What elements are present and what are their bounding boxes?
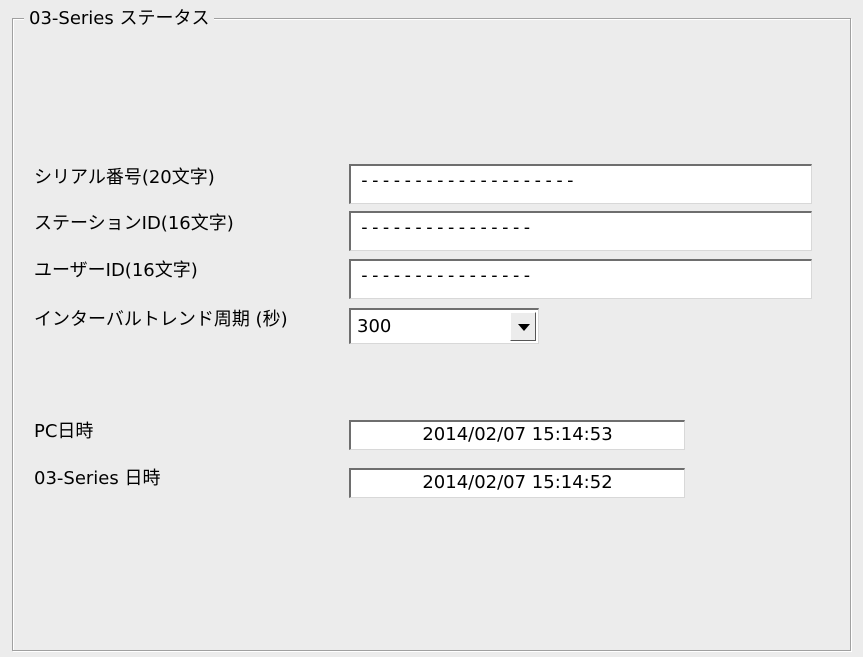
serial-number-field[interactable]: -------------------- <box>349 164 812 204</box>
interval-trend-period-value: 300 <box>357 316 392 337</box>
chevron-down-icon <box>518 324 530 331</box>
interval-trend-period-select[interactable]: 300 <box>349 308 539 344</box>
device-datetime-label: 03-Series 日時 <box>34 468 161 489</box>
pc-datetime-label: PC日時 <box>34 421 94 442</box>
status-group-title: 03-Series ステータス <box>24 8 215 30</box>
device-datetime-value: 2014/02/07 15:14:52 <box>349 468 685 498</box>
serial-number-label: シリアル番号(20文字) <box>34 167 215 188</box>
station-id-field[interactable]: ---------------- <box>349 211 812 251</box>
interval-trend-period-label: インターバルトレンド周期 (秒) <box>34 309 288 330</box>
station-id-label: ステーションID(16文字) <box>34 213 234 234</box>
dropdown-button[interactable] <box>510 312 536 341</box>
user-id-label: ユーザーID(16文字) <box>34 260 198 281</box>
pc-datetime-value: 2014/02/07 15:14:53 <box>349 420 685 450</box>
user-id-field[interactable]: ---------------- <box>349 259 812 299</box>
